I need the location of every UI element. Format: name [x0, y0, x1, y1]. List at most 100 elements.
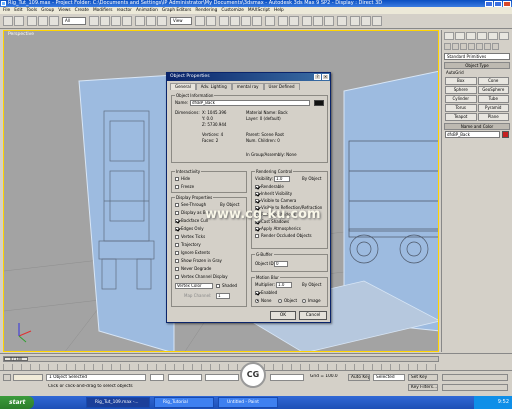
by-object-render-button[interactable]: By Object	[302, 176, 321, 181]
modify-tab-icon[interactable]	[455, 32, 465, 40]
never-degrade-checkbox[interactable]: Never Degrade	[175, 266, 211, 271]
tab-adv-lighting[interactable]: Adv. Lighting	[195, 83, 232, 90]
render-frame-icon[interactable]	[361, 16, 371, 26]
create-tab-icon[interactable]	[444, 32, 454, 40]
systems-icon[interactable]	[492, 43, 499, 50]
coord-y-field[interactable]	[205, 374, 239, 381]
enabled-checkbox[interactable]: Enabled	[255, 290, 277, 295]
menu-customize[interactable]: Customize	[221, 7, 244, 14]
vertex-color-dropdown[interactable]: Vertex Color	[175, 283, 213, 289]
object-name-input[interactable]: dfsBP_Back	[445, 131, 500, 138]
close-button[interactable]	[503, 0, 511, 7]
geometry-icon[interactable]	[444, 43, 451, 50]
menu-group[interactable]: Group	[41, 7, 54, 14]
see-through-checkbox[interactable]: See-Through	[175, 202, 206, 207]
maximize-button[interactable]	[494, 0, 502, 7]
coord-x-field[interactable]	[168, 374, 202, 381]
pyramid-button[interactable]: Pyramid	[477, 104, 509, 112]
menu-create[interactable]: Create	[75, 7, 89, 14]
geosphere-button[interactable]: GeoSphere	[477, 86, 509, 94]
set-key-button[interactable]: Set Key	[408, 374, 438, 381]
name-input[interactable]: dfsBP_Back	[190, 100, 310, 106]
align-icon[interactable]	[289, 16, 299, 26]
menu-reactor[interactable]: reactor	[117, 7, 132, 14]
reference-coord-dropdown[interactable]: View	[170, 17, 192, 25]
menu-help[interactable]: Help	[274, 7, 284, 14]
apply-atmospherics-checkbox[interactable]: Apply Atmospherics	[255, 226, 301, 231]
utilities-tab-icon[interactable]	[499, 32, 509, 40]
multiplier-input[interactable]: 1.0	[276, 282, 292, 288]
maxscript-listener-icon[interactable]	[3, 374, 11, 381]
schematic-view-icon[interactable]	[324, 16, 334, 26]
link-icon[interactable]	[27, 16, 37, 26]
render-occluded-checkbox[interactable]: Render Occluded Objects	[255, 233, 312, 238]
auto-key-button[interactable]: Auto Key	[348, 374, 370, 381]
playback-controls[interactable]	[442, 374, 508, 381]
object-radio[interactable]: Object	[278, 298, 297, 303]
primitive-category-dropdown[interactable]: Standard Primitives	[444, 53, 510, 60]
object-type-rollout[interactable]: Object Type	[444, 62, 510, 69]
motion-tab-icon[interactable]	[477, 32, 487, 40]
window-crossing-icon[interactable]	[122, 16, 132, 26]
angle-snap-icon[interactable]	[230, 16, 240, 26]
pivot-icon[interactable]	[195, 16, 205, 26]
autogrid-checkbox[interactable]: AutoGrid	[446, 70, 508, 76]
key-mode-dropdown[interactable]: Selected	[373, 374, 405, 381]
menu-maxscript[interactable]: MAXScript	[248, 7, 270, 14]
shaded-checkbox[interactable]: Shaded	[216, 283, 237, 288]
ignore-extents-checkbox[interactable]: Ignore Extents	[175, 250, 210, 255]
coord-z-field[interactable]	[270, 374, 304, 381]
visibility-input[interactable]: 1.0	[274, 176, 290, 182]
menu-modifiers[interactable]: Modifiers	[93, 7, 113, 14]
dialog-close-button[interactable]: ×	[322, 74, 329, 80]
scale-icon[interactable]	[157, 16, 167, 26]
helpers-icon[interactable]	[476, 43, 483, 50]
inherit-visibility-checkbox[interactable]: Inherit Visibility	[255, 191, 292, 196]
redo-icon[interactable]	[14, 16, 24, 26]
move-icon[interactable]	[135, 16, 145, 26]
percent-snap-icon[interactable]	[241, 16, 251, 26]
task-3dsmax[interactable]: Rig_Tut_109.max -...	[86, 397, 150, 408]
cancel-button[interactable]: Cancel	[299, 311, 327, 320]
manipulate-icon[interactable]	[206, 16, 216, 26]
rotate-icon[interactable]	[146, 16, 156, 26]
quick-render-icon[interactable]	[372, 16, 382, 26]
select-by-name-icon[interactable]	[100, 16, 110, 26]
curve-editor-icon[interactable]	[313, 16, 323, 26]
teapot-button[interactable]: Teapot	[445, 113, 477, 121]
menu-graph-editors[interactable]: Graph Editors	[162, 7, 192, 14]
lock-selection-icon[interactable]	[150, 374, 164, 381]
tab-general[interactable]: General	[170, 83, 196, 90]
by-object-blur-button[interactable]: By Object	[302, 282, 321, 287]
plane-button[interactable]: Plane	[477, 113, 509, 121]
visible-to-camera-checkbox[interactable]: Visible to Camera	[255, 198, 296, 203]
selection-filter-dropdown[interactable]: All	[62, 17, 86, 25]
cylinder-button[interactable]: Cylinder	[445, 95, 477, 103]
render-setup-icon[interactable]	[350, 16, 360, 26]
layer-manager-icon[interactable]	[302, 16, 312, 26]
viewport-label[interactable]: Perspective	[8, 32, 34, 37]
hide-checkbox[interactable]: Hide	[175, 176, 190, 181]
menu-edit[interactable]: Edit	[14, 7, 22, 14]
task-rig-tutorial[interactable]: Rig_Tutorial	[154, 397, 214, 408]
dialog-help-button[interactable]: ?	[314, 74, 321, 80]
select-object-icon[interactable]	[89, 16, 99, 26]
maxscript-mini-listener[interactable]	[13, 374, 43, 381]
trajectory-checkbox[interactable]: Trajectory	[175, 242, 201, 247]
space-warps-icon[interactable]	[484, 43, 491, 50]
box-button[interactable]: Box	[445, 77, 477, 85]
renderable-checkbox[interactable]: Renderable	[255, 184, 284, 189]
display-tab-icon[interactable]	[488, 32, 498, 40]
freeze-checkbox[interactable]: Freeze	[175, 184, 194, 189]
sphere-button[interactable]: Sphere	[445, 86, 477, 94]
tube-button[interactable]: Tube	[477, 95, 509, 103]
window-titlebar[interactable]: Rig_Tut_109.max - Project Folder: C:\Doc…	[0, 0, 512, 7]
unlink-icon[interactable]	[38, 16, 48, 26]
menu-file[interactable]: File	[3, 7, 10, 14]
task-paint[interactable]: Untitled - Paint	[218, 397, 278, 408]
spinner-snap-icon[interactable]	[252, 16, 262, 26]
backface-cull-checkbox[interactable]: Backface Cull	[175, 218, 208, 223]
object-color-swatch-dialog[interactable]	[314, 100, 324, 106]
object-color-swatch[interactable]	[502, 131, 509, 138]
menu-rendering[interactable]: Rendering	[195, 7, 217, 14]
